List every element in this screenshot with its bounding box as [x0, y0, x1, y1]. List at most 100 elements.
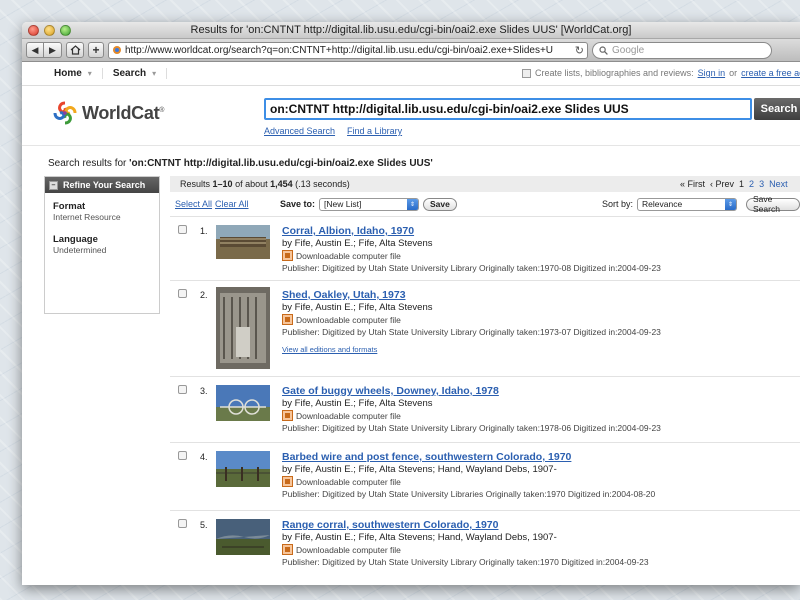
tab-home[interactable]: Home ▾ [44, 68, 103, 79]
pagination: « First ‹ Prev 1 2 3 Next [680, 179, 788, 189]
save-to-group: Save to: [New List] ⇕ Save [280, 197, 457, 211]
facet-format[interactable]: Format Internet Resource [45, 193, 159, 226]
header: WorldCat® on:CNTNT http://digital.lib.us… [22, 86, 800, 146]
facet-value[interactable]: Internet Resource [53, 212, 151, 222]
result-author: by Fife, Austin E.; Fife, Alta Stevens; … [282, 532, 557, 543]
browser-search-field[interactable]: Google [592, 41, 772, 59]
minimize-window-button[interactable] [44, 25, 55, 36]
account-promo: Create lists, bibliographies and reviews… [522, 68, 800, 78]
sort-select[interactable]: Relevance ⇕ [637, 197, 738, 211]
result-checkbox[interactable] [178, 225, 187, 234]
address-bar[interactable]: http://www.worldcat.org/search?q=on:CNTN… [108, 41, 588, 59]
magnifier-icon [599, 45, 608, 55]
facet-title: Language [53, 234, 98, 245]
result-checkbox[interactable] [178, 385, 187, 394]
result-checkbox[interactable] [178, 519, 187, 528]
results-summary: Results 1–10 of about 1,454 (.13 seconds… [180, 179, 350, 189]
facet-language[interactable]: Language Undetermined [45, 226, 159, 259]
search-sub-links: Advanced Search Find a Library [264, 126, 402, 136]
list-item: 5. Range corral, southwestern Colorado, … [170, 510, 800, 574]
result-title-link[interactable]: Corral, Albion, Idaho, 1970 [282, 225, 661, 237]
refine-sidebar: – Refine Your Search Format Internet Res… [44, 176, 160, 314]
results-summary-bar: Results 1–10 of about 1,454 (.13 seconds… [170, 176, 800, 192]
result-checkbox[interactable] [178, 451, 187, 460]
result-thumbnail[interactable] [216, 287, 270, 369]
forward-button[interactable]: ▶ [44, 42, 62, 58]
advanced-search-link[interactable]: Advanced Search [264, 126, 335, 136]
refine-title: Refine Your Search [63, 180, 146, 190]
result-format: Downloadable computer file [282, 250, 661, 261]
result-format: Downloadable computer file [282, 544, 649, 555]
result-number: 5. [200, 520, 208, 530]
result-publisher: Publisher: Digitized by Utah State Unive… [282, 489, 656, 499]
browser-toolbar: ◀ ▶ + http://www.worldcat.org/search?q=o… [22, 39, 800, 62]
view-editions-link[interactable]: View all editions and formats [282, 345, 661, 354]
find-library-link[interactable]: Find a Library [347, 126, 402, 136]
result-thumbnail[interactable] [216, 385, 270, 421]
tab-search[interactable]: Search ▾ [103, 68, 168, 79]
result-thumbnail[interactable] [216, 225, 270, 259]
reload-icon[interactable]: ↻ [575, 44, 584, 57]
chevron-down-icon: ▾ [152, 69, 157, 78]
search-placeholder: Google [612, 44, 645, 56]
result-thumbnail[interactable] [216, 519, 270, 555]
chevron-down-icon: ▾ [87, 69, 92, 78]
next-page-link[interactable]: Next [769, 179, 788, 189]
page-1: 1 [739, 179, 745, 189]
sign-in-link[interactable]: Sign in [698, 68, 726, 78]
page-content: Home ▾ Search ▾ Create lists, bibliograp… [22, 62, 800, 584]
save-button[interactable]: Save [423, 197, 457, 211]
top-navigation: Home ▾ Search ▾ Create lists, bibliograp… [22, 62, 800, 86]
result-number: 1. [200, 226, 208, 236]
tab-search-label: Search [112, 68, 147, 79]
result-author: by Fife, Austin E.; Fife, Alta Stevens [282, 302, 433, 313]
select-all-link[interactable]: Select All [175, 199, 212, 209]
first-page-link[interactable]: « First [680, 179, 705, 189]
facet-title: Format [53, 201, 86, 212]
result-author: by Fife, Austin E.; Fife, Alta Stevens [282, 398, 433, 409]
promo-text: Create lists, bibliographies and reviews… [535, 68, 694, 78]
result-publisher: Publisher: Digitized by Utah State Unive… [282, 327, 661, 337]
list-item: 4. Barbed wire and post fence, southwest… [170, 442, 800, 510]
worldcat-logo[interactable]: WorldCat® [52, 100, 164, 126]
save-search-button[interactable]: Save Search [746, 194, 800, 214]
close-window-button[interactable] [28, 25, 39, 36]
result-checkbox[interactable] [178, 289, 187, 298]
back-button[interactable]: ◀ [26, 42, 44, 58]
result-number: 2. [200, 290, 208, 300]
result-title-link[interactable]: Range corral, southwestern Colorado, 197… [282, 519, 649, 531]
chevron-updown-icon: ⇕ [407, 198, 419, 210]
list-item: 3. Gate of buggy wheels, Downey, Idaho, … [170, 376, 800, 442]
result-format: Downloadable computer file [282, 314, 661, 325]
result-title-link[interactable]: Gate of buggy wheels, Downey, Idaho, 197… [282, 385, 661, 397]
zoom-window-button[interactable] [60, 25, 71, 36]
chevron-updown-icon: ⇕ [725, 198, 737, 210]
sort-by-label: Sort by: [602, 199, 634, 209]
result-details: Range corral, southwestern Colorado, 197… [282, 519, 649, 567]
results-panel: Results 1–10 of about 1,454 (.13 seconds… [170, 176, 800, 574]
home-button[interactable] [66, 42, 84, 58]
add-bookmark-button[interactable]: + [88, 42, 104, 58]
refine-header[interactable]: – Refine Your Search [45, 177, 159, 193]
result-publisher: Publisher: Digitized by Utah State Unive… [282, 263, 661, 273]
sort-select-value: Relevance [642, 199, 683, 209]
facet-value[interactable]: Undetermined [53, 245, 151, 255]
page-3-link[interactable]: 3 [759, 179, 764, 189]
tab-home-label: Home [54, 68, 82, 79]
list-select-value: [New List] [324, 199, 362, 209]
result-title-link[interactable]: Barbed wire and post fence, southwestern… [282, 451, 655, 463]
clear-all-link[interactable]: Clear All [215, 199, 249, 209]
search-button[interactable]: Search [754, 98, 800, 120]
prev-page-link[interactable]: ‹ Prev [710, 179, 734, 189]
list-select[interactable]: [New List] ⇕ [319, 197, 420, 211]
create-account-link[interactable]: create a free accou [741, 68, 800, 78]
computer-file-icon [282, 544, 293, 555]
back-forward-group: ◀ ▶ [26, 42, 62, 58]
result-thumbnail[interactable] [216, 451, 270, 487]
page-title: Search results for 'on:CNTNT http://digi… [48, 158, 433, 169]
collapse-icon: – [49, 180, 58, 190]
result-title-link[interactable]: Shed, Oakley, Utah, 1973 [282, 289, 661, 301]
search-input[interactable]: on:CNTNT http://digital.lib.usu.edu/cgi-… [264, 98, 752, 120]
sort-group: Sort by: Relevance ⇕ [602, 197, 738, 211]
page-2-link[interactable]: 2 [749, 179, 754, 189]
